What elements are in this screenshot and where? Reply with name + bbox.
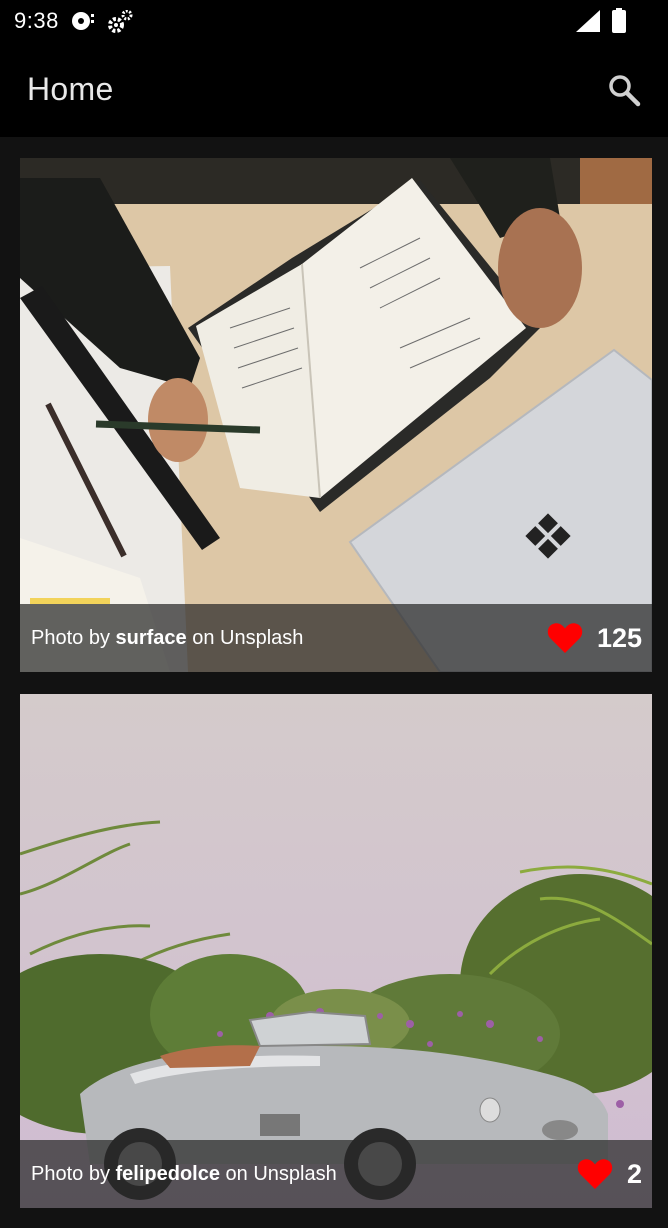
photo-card[interactable]: Photo by felipedolce on Unsplash 2 <box>20 694 652 1208</box>
signal-icon <box>576 10 600 37</box>
search-icon <box>609 75 641 107</box>
page-title: Home <box>27 71 114 107</box>
app-bar: Home <box>0 44 668 137</box>
battery-icon <box>611 8 627 38</box>
like-group: 125 <box>547 618 642 658</box>
search-button[interactable] <box>600 66 648 114</box>
media-notification-icon <box>70 10 96 37</box>
settings-notification-icon <box>107 9 133 39</box>
author-name: felipedolce <box>115 1163 220 1185</box>
author-name: surface <box>115 627 187 649</box>
like-count: 125 <box>596 622 642 653</box>
like-count: 2 <box>626 1158 642 1189</box>
status-bar: 9:38 <box>0 0 668 44</box>
photo-credit[interactable]: Photo by felipedolce on Unsplash <box>31 1163 337 1186</box>
screen: 9:38 Home Photo by surface on Unsplash 1… <box>0 0 668 1228</box>
photo-credit[interactable]: Photo by surface on Unsplash <box>31 627 303 650</box>
like-group: 2 <box>577 1154 642 1194</box>
status-time: 9:38 <box>14 8 59 33</box>
heart-icon[interactable] <box>547 622 583 654</box>
heart-icon[interactable] <box>577 1158 613 1190</box>
caption-bar: Photo by felipedolce on Unsplash 2 <box>20 1140 652 1208</box>
photo-image <box>20 694 652 1208</box>
caption-bar: Photo by surface on Unsplash 125 <box>20 604 652 672</box>
photo-card[interactable]: Photo by surface on Unsplash 125 <box>20 158 652 672</box>
photo-image <box>20 158 652 672</box>
